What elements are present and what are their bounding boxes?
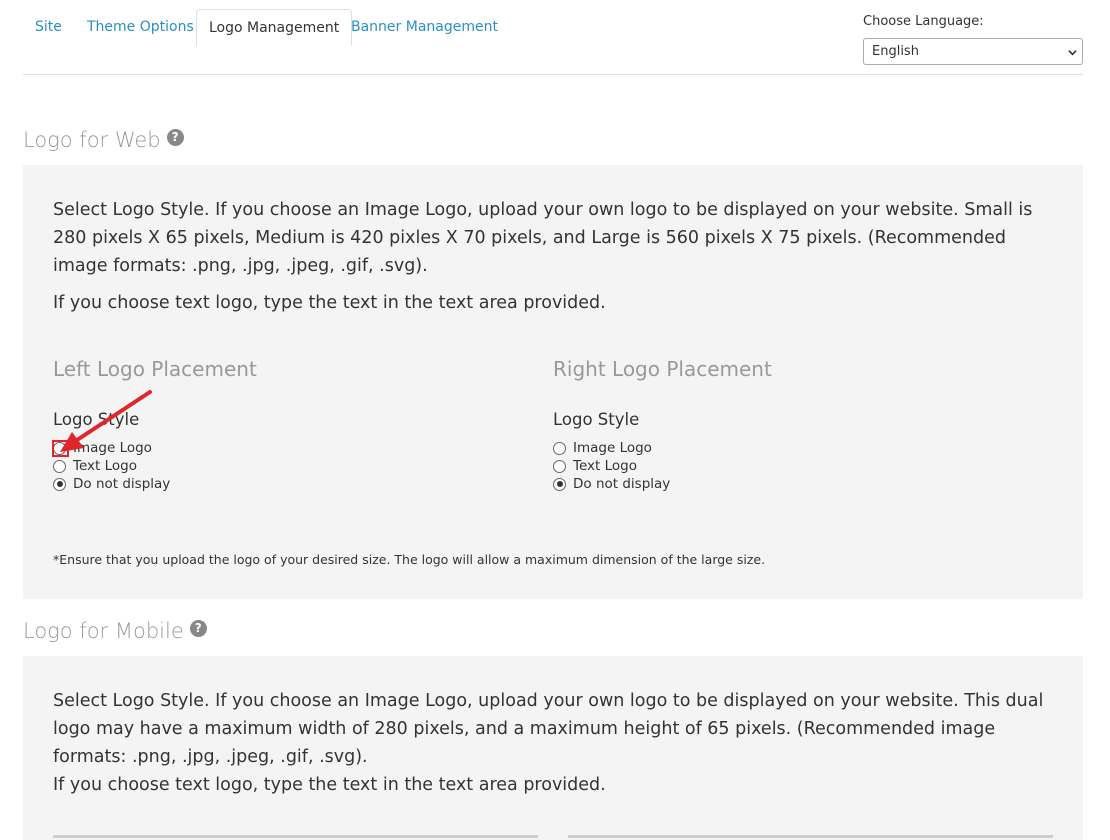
- radio-icon[interactable]: [553, 459, 566, 473]
- radio-label: Do not display: [573, 476, 671, 492]
- radio-label: Do not display: [73, 476, 171, 492]
- right-logo-placement-title: Right Logo Placement: [553, 357, 772, 381]
- logo-size-note: *Ensure that you upload the logo of your…: [53, 552, 766, 567]
- left-radio-do-not-display[interactable]: Do not display: [53, 475, 170, 493]
- logo-for-web-title: Logo for Web ?: [23, 128, 184, 152]
- logo-for-web-title-text: Logo for Web: [23, 128, 161, 152]
- right-radio-text-logo[interactable]: Text Logo: [553, 457, 637, 475]
- radio-icon[interactable]: [553, 441, 566, 455]
- radio-label: Text Logo: [573, 458, 637, 474]
- mobile-text-logo-instructions: If you choose text logo, type the text i…: [53, 775, 606, 795]
- tab-theme-options[interactable]: Theme Options: [87, 9, 194, 45]
- mobile-left-divider: [53, 835, 538, 838]
- radio-checked-icon[interactable]: [53, 477, 66, 491]
- web-instructions: Select Logo Style. If you choose an Imag…: [53, 200, 1033, 276]
- tab-site[interactable]: Site: [35, 9, 62, 45]
- mobile-right-divider: [568, 835, 1053, 838]
- mobile-instructions: Select Logo Style. If you choose an Imag…: [53, 691, 1044, 767]
- tab-banner-management[interactable]: Banner Management: [351, 9, 498, 45]
- tab-logo-management[interactable]: Logo Management: [196, 9, 353, 46]
- radio-label: Image Logo: [573, 440, 652, 456]
- logo-for-mobile-panel: Select Logo Style. If you choose an Imag…: [23, 656, 1083, 840]
- radio-label: Text Logo: [73, 458, 137, 474]
- language-select[interactable]: English: [863, 38, 1083, 65]
- left-logo-placement-title: Left Logo Placement: [53, 357, 257, 381]
- left-radio-text-logo[interactable]: Text Logo: [53, 457, 137, 475]
- web-text-logo-instructions: If you choose text logo, type the text i…: [53, 293, 606, 313]
- annotation-arrow-icon: [60, 390, 152, 452]
- right-radio-image-logo[interactable]: Image Logo: [553, 439, 652, 457]
- language-selected-value: English: [872, 44, 919, 59]
- logo-for-mobile-title-text: Logo for Mobile: [23, 619, 184, 643]
- right-radio-do-not-display[interactable]: Do not display: [553, 475, 670, 493]
- logo-for-mobile-title: Logo for Mobile ?: [23, 619, 207, 643]
- help-icon[interactable]: ?: [166, 128, 184, 146]
- radio-checked-icon[interactable]: [553, 477, 566, 491]
- help-icon[interactable]: ?: [189, 619, 207, 637]
- radio-icon[interactable]: [53, 459, 66, 473]
- language-label: Choose Language:: [863, 14, 984, 29]
- logo-for-web-panel: Select Logo Style. If you choose an Imag…: [23, 165, 1083, 599]
- right-logo-style-label: Logo Style: [553, 410, 640, 429]
- chevron-down-icon: [1068, 50, 1077, 56]
